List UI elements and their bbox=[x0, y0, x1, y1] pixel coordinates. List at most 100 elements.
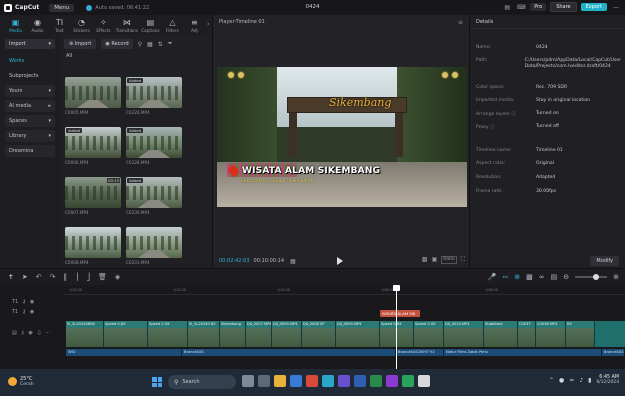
word-app-icon[interactable] bbox=[354, 375, 366, 387]
tool-filters[interactable]: △ Filters bbox=[163, 15, 182, 33]
audio-clip[interactable]: BroncaSAS bbox=[602, 349, 625, 356]
menu-button[interactable]: Menu bbox=[49, 3, 75, 12]
audio-icon[interactable]: ♫ bbox=[37, 330, 41, 336]
excel-app-icon[interactable] bbox=[370, 375, 382, 387]
media-thumbnail[interactable]: Added bbox=[126, 77, 182, 108]
video-clip[interactable]: Stabilized bbox=[484, 321, 518, 347]
media-thumbnail[interactable]: 00:13 bbox=[65, 177, 121, 208]
media-item[interactable]: C0008.MP4 bbox=[65, 227, 121, 265]
text-clip[interactable]: WISATA ALAM SIK bbox=[380, 310, 420, 317]
nav-import-dropdown[interactable]: Import ▾ bbox=[5, 39, 55, 49]
app-icon[interactable] bbox=[402, 375, 414, 387]
redo-icon[interactable]: ↷ bbox=[50, 273, 56, 281]
quality-icon[interactable]: ▩ bbox=[422, 256, 428, 264]
video-clip[interactable]: C0037 bbox=[518, 321, 536, 347]
minimize-icon[interactable]: — bbox=[611, 3, 621, 12]
tool-media[interactable]: ▣ Media bbox=[6, 15, 25, 33]
task-view-icon[interactable] bbox=[258, 375, 270, 387]
widgets-app-icon[interactable] bbox=[242, 375, 254, 387]
sort-icon[interactable]: ⇅ bbox=[158, 41, 163, 48]
import-button[interactable]: ⊕ Import bbox=[64, 39, 97, 49]
media-item[interactable]: 00:13 C0007.MP4 bbox=[65, 177, 121, 215]
tool-audio[interactable]: ◉ Audio bbox=[28, 15, 47, 33]
media-all-tab[interactable]: All bbox=[60, 53, 212, 59]
battery-icon[interactable]: ▮ bbox=[588, 377, 591, 384]
playhead[interactable] bbox=[393, 285, 400, 369]
zoom-slider[interactable] bbox=[575, 274, 608, 280]
file-explorer-icon[interactable] bbox=[274, 375, 286, 387]
view-grid-icon[interactable]: ▦ bbox=[147, 41, 153, 48]
media-item[interactable]: Added C0226.MP4 bbox=[126, 77, 182, 115]
pro-button[interactable]: Pro bbox=[530, 3, 547, 11]
link-icon[interactable]: ∾ bbox=[502, 273, 508, 281]
crop-icon[interactable]: ▣ bbox=[432, 256, 438, 264]
playhead-handle[interactable] bbox=[393, 285, 400, 291]
audio-clip[interactable]: BroncaSAS bbox=[182, 349, 396, 356]
eye-icon[interactable]: ◉ bbox=[30, 299, 34, 305]
nav-item-dreamina[interactable]: Dreamina bbox=[5, 145, 55, 157]
pointer-icon[interactable]: ➤ bbox=[22, 273, 28, 281]
chevron-up-icon[interactable]: ⌃ bbox=[549, 377, 554, 384]
video-clip[interactable]: DJI_0007.MP4 bbox=[246, 321, 272, 347]
store-app-icon[interactable] bbox=[290, 375, 302, 387]
media-thumbnail[interactable] bbox=[65, 77, 121, 108]
app-tray-icon[interactable]: ● bbox=[559, 377, 564, 384]
eye-icon[interactable]: ◉ bbox=[30, 309, 34, 315]
windows-start-icon[interactable] bbox=[152, 377, 162, 387]
modify-button[interactable]: Modify bbox=[590, 256, 619, 266]
video-clip[interactable]: DJI_0010.MP4 bbox=[444, 321, 484, 347]
ratio-button[interactable]: Ratio bbox=[441, 256, 457, 264]
media-thumbnail[interactable]: Added bbox=[126, 177, 182, 208]
nav-item-works[interactable]: Works bbox=[5, 55, 55, 67]
lock-icon[interactable]: ⚷ bbox=[22, 309, 26, 315]
video-clip[interactable]: 5l_SL20240806 bbox=[66, 321, 104, 347]
lock-icon[interactable]: ⚷ bbox=[22, 299, 26, 305]
capcut-taskbar-icon[interactable] bbox=[418, 375, 430, 387]
shield-icon[interactable]: ◈ bbox=[115, 273, 120, 281]
nav-item-yours[interactable]: Yours ▾ bbox=[5, 85, 55, 97]
filter-icon[interactable]: ⏷ bbox=[168, 40, 173, 48]
nav-item-ai-media[interactable]: AI media ▸ bbox=[5, 100, 55, 112]
timeline-ruler[interactable]: |00:00 |02:00 |04:00 |06:00 |08:00 bbox=[64, 285, 625, 295]
zoom-slider-knob[interactable] bbox=[593, 274, 600, 280]
undo-icon[interactable]: ↶ bbox=[36, 273, 42, 281]
taskbar-search[interactable]: ⚲ Search bbox=[168, 375, 236, 389]
tool-adj[interactable]: ≡ Adj bbox=[185, 15, 204, 33]
fullscreen-icon[interactable]: ⛶ bbox=[461, 256, 465, 264]
audio-clip[interactable]: WSt bbox=[66, 349, 182, 356]
tool-transitions[interactable]: ⋈ Transitions bbox=[116, 15, 138, 33]
video-clip[interactable]: Sikembang bbox=[220, 321, 246, 347]
nav-item-subprojects[interactable]: Subprojects bbox=[5, 70, 55, 82]
split-icon[interactable]: ‖ bbox=[64, 273, 68, 281]
media-thumbnail[interactable]: Added bbox=[65, 127, 121, 158]
play-icon[interactable] bbox=[337, 257, 343, 265]
video-clip[interactable]: 5l_SL20240 80 bbox=[188, 321, 220, 347]
nav-item-spaces[interactable]: Spaces ▾ bbox=[5, 115, 55, 127]
wifi-icon[interactable]: ≈ bbox=[569, 377, 574, 384]
video-preview[interactable]: Sikembang WISATA ALAM SIKEMBANG Sukamakm… bbox=[217, 67, 467, 207]
video-clip[interactable]: Speed 0.9X bbox=[148, 321, 188, 347]
split-right-icon[interactable]: ⎦ bbox=[87, 273, 91, 281]
video-clip[interactable]: R0 bbox=[566, 321, 595, 347]
export-button[interactable]: Export bbox=[580, 3, 607, 11]
tool-captions[interactable]: ▤ Captions bbox=[141, 15, 160, 33]
media-thumbnail[interactable] bbox=[65, 227, 121, 258]
media-thumbnail[interactable] bbox=[126, 227, 182, 258]
timeline-view-icon[interactable]: ▦ bbox=[290, 258, 296, 265]
audio-clip[interactable]: BroncaSAS20097 92 bbox=[396, 349, 444, 356]
zoom-in-icon[interactable]: ⊕ bbox=[613, 273, 619, 281]
record-button[interactable]: ◉ Record bbox=[101, 39, 133, 49]
video-clip[interactable]: Speed 0.9X bbox=[380, 321, 414, 347]
video-clip[interactable]: Speed 0.8X bbox=[104, 321, 148, 347]
media-thumbnail[interactable]: Added bbox=[126, 127, 182, 158]
player-menu-icon[interactable]: ≡ bbox=[458, 19, 463, 26]
volume-icon[interactable]: ♪ bbox=[579, 377, 583, 384]
video-clip[interactable]: C0036.MP4 bbox=[536, 321, 566, 347]
media-item[interactable]: Added C0006.MP4 bbox=[65, 127, 121, 165]
nav-item-library[interactable]: Library ▾ bbox=[5, 130, 55, 142]
search-icon[interactable]: ⚲ bbox=[138, 41, 142, 48]
app-icon[interactable] bbox=[338, 375, 350, 387]
clock[interactable]: 6:45 AM 6/12/2024 bbox=[596, 375, 619, 385]
app-icon[interactable] bbox=[386, 375, 398, 387]
edge-app-icon[interactable] bbox=[322, 375, 334, 387]
